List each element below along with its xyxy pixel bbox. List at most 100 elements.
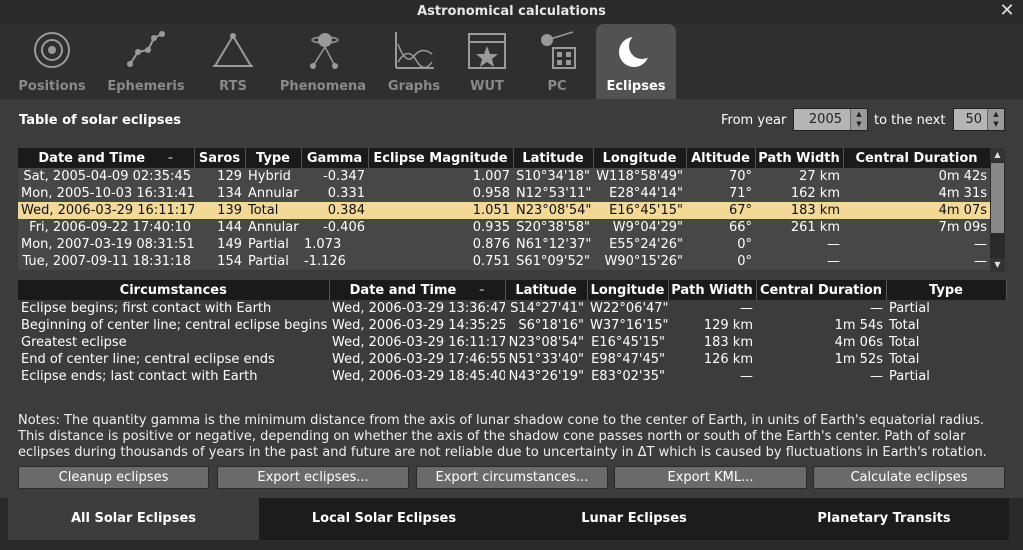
cell-magnitude: 1.051: [368, 202, 513, 219]
tab-positions[interactable]: Positions: [12, 24, 92, 99]
calculate-eclipses-button[interactable]: Calculate eclipses: [813, 466, 1005, 489]
table-row[interactable]: Mon, 2007-03-19 08:31:51 149 Partial 1.0…: [18, 236, 990, 253]
export-eclipses-button[interactable]: Export eclipses...: [217, 466, 409, 489]
next-years-spinbox[interactable]: 50 ▲ ▼: [953, 108, 1005, 131]
table-row[interactable]: Mon, 2005-10-03 16:31:41 134 Annular 0.3…: [18, 185, 990, 202]
export-kml-button[interactable]: Export KML...: [614, 466, 807, 489]
cell-gamma: 1.073: [304, 237, 342, 252]
solar-eclipse-table[interactable]: Date and Time - Saros Type Gamma Eclipse…: [18, 148, 991, 270]
column-header[interactable]: Date and Time -: [329, 280, 506, 300]
cell-latitude: S61°09'52": [516, 254, 590, 269]
cell-gamma: -1.126: [304, 254, 346, 269]
tab-eclipses[interactable]: Eclipses: [596, 24, 676, 99]
column-header[interactable]: Latitude: [505, 280, 588, 300]
table-row[interactable]: Beginning of center line; central eclips…: [18, 317, 1006, 334]
table-row[interactable]: Eclipse ends; last contact with Earth We…: [18, 368, 1006, 385]
cell-date: Wed, 2006-03-29 16:11:17: [332, 335, 505, 350]
cell-date: Wed, 2006-03-29 13:36:47: [332, 301, 505, 316]
column-header[interactable]: Saros: [194, 148, 246, 168]
tab-local-solar-eclipses[interactable]: Local Solar Eclipses: [259, 498, 509, 540]
spin-arrows-icon[interactable]: ▲ ▼: [987, 109, 1004, 130]
table-row[interactable]: Tue, 2007-09-11 18:31:18 154 Partial -1.…: [18, 253, 990, 270]
column-header[interactable]: Eclipse Magnitude: [368, 148, 514, 168]
tab-all-solar-eclipses[interactable]: All Solar Eclipses: [8, 498, 259, 540]
eclipses-icon: [619, 33, 655, 67]
cell-longitude: W90°15'26": [604, 254, 683, 269]
scroll-up-icon[interactable]: ▲: [990, 148, 1005, 162]
cell-central-duration: —: [974, 254, 987, 269]
cell-path-width: —: [740, 301, 753, 316]
column-header[interactable]: Path Width: [668, 280, 757, 300]
export-circumstances-button[interactable]: Export circumstances...: [416, 466, 608, 489]
cell-type: Partial: [889, 369, 930, 384]
cell-altitude: 66°: [728, 220, 752, 235]
cell-latitude: N43°26'19": [508, 369, 584, 384]
table-row[interactable]: Sat, 2005-04-09 02:35:45 129 Hybrid -0.3…: [18, 168, 990, 185]
cell-saros: 139: [194, 202, 245, 219]
table-row[interactable]: Greatest eclipse Wed, 2006-03-29 16:11:1…: [18, 334, 1006, 351]
tab-lunar-eclipses[interactable]: Lunar Eclipses: [509, 498, 759, 540]
cell-central-duration: 1m 52s: [834, 352, 883, 367]
scroll-down-icon[interactable]: ▼: [990, 258, 1005, 272]
eclipse-table-scrollbar[interactable]: ▲ ▼: [990, 148, 1005, 272]
cell-type: Total: [889, 335, 920, 350]
pc-icon: [541, 31, 576, 69]
column-header[interactable]: Altitude: [686, 148, 756, 168]
column-header[interactable]: Central Duration: [843, 148, 991, 168]
table-row-selected[interactable]: Wed, 2006-03-29 16:11:17 139 Total 0.384…: [18, 202, 990, 219]
cell-central-duration: 4m 06s: [834, 335, 883, 350]
cell-central-duration: —: [870, 301, 883, 316]
cell-date: Fri, 2006-09-22 17:40:10: [29, 220, 191, 235]
column-header[interactable]: Latitude: [513, 148, 594, 168]
circumstances-table[interactable]: Circumstances Date and Time - Latitude L…: [18, 280, 1007, 385]
column-header[interactable]: Gamma: [301, 148, 369, 168]
cell-longitude: E98°47'45": [591, 352, 665, 367]
positions-icon: [34, 32, 70, 68]
cell-longitude: W37°16'15": [590, 318, 668, 333]
column-header[interactable]: Type: [886, 280, 1007, 300]
bottom-tab-bar: All Solar Eclipses Local Solar Eclipses …: [0, 498, 1023, 550]
phenomena-icon: [310, 33, 339, 69]
cell-central-duration: —: [974, 237, 987, 252]
cell-central-duration: —: [870, 369, 883, 384]
tab-wut[interactable]: WUT: [458, 24, 516, 99]
table-row[interactable]: End of center line; central eclipse ends…: [18, 351, 1006, 368]
column-header[interactable]: Circumstances: [18, 280, 330, 300]
from-year-spinbox[interactable]: 2005 ▲ ▼: [793, 108, 868, 131]
cleanup-eclipses-button[interactable]: Cleanup eclipses: [18, 466, 209, 489]
column-header[interactable]: Date and Time -: [18, 148, 195, 168]
tab-graphs[interactable]: Graphs: [380, 24, 448, 99]
cell-altitude: 67°: [686, 202, 755, 219]
cell-central-duration: 4m 07s: [843, 202, 990, 219]
cell-latitude: S10°34'18": [516, 169, 590, 184]
spin-arrows-icon[interactable]: ▲ ▼: [850, 109, 867, 130]
cell-latitude: N23°08'54": [508, 335, 584, 350]
cell-magnitude: 0.876: [472, 237, 510, 252]
cell-central-duration: 0m 42s: [938, 169, 987, 184]
tab-rts[interactable]: RTS: [200, 24, 266, 99]
tab-planetary-transits[interactable]: Planetary Transits: [759, 498, 1009, 540]
cell-altitude: 71°: [728, 186, 752, 201]
scrollbar-thumb[interactable]: [991, 163, 1004, 233]
cell-circumstance: End of center line; central eclipse ends: [21, 352, 275, 367]
tab-pc[interactable]: PC: [526, 24, 588, 99]
column-header[interactable]: Central Duration: [756, 280, 887, 300]
from-year-value: 2005: [808, 112, 842, 127]
table-row[interactable]: Fri, 2006-09-22 17:40:10 144 Annular -0.…: [18, 219, 990, 236]
column-header[interactable]: Longitude: [593, 148, 687, 168]
column-header[interactable]: Type: [245, 148, 302, 168]
tab-label: Graphs: [387, 79, 441, 94]
page-title: Table of solar eclipses: [19, 113, 182, 128]
column-header[interactable]: Longitude: [587, 280, 669, 300]
sort-indicator-icon: -: [478, 282, 485, 298]
notes-text: Notes: The quantity gamma is the minimum…: [18, 413, 987, 460]
cell-path-width: —: [740, 369, 753, 384]
column-header[interactable]: Path Width: [755, 148, 844, 168]
close-icon[interactable]: ✕: [997, 1, 1017, 21]
tab-ephemeris[interactable]: Ephemeris: [102, 24, 190, 99]
cell-saros: 144: [217, 220, 242, 235]
tab-phenomena[interactable]: Phenomena: [276, 24, 370, 99]
graphs-icon: [395, 32, 434, 69]
table-row[interactable]: Eclipse begins; first contact with Earth…: [18, 300, 1006, 317]
cell-path-width: 261 km: [790, 220, 840, 235]
